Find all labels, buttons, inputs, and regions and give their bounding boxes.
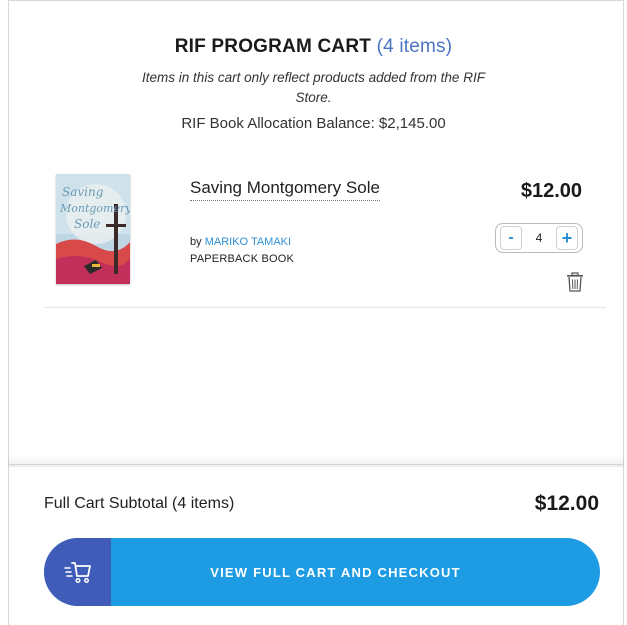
cart-header: RIF PROGRAM CART (4 items) Items in this…	[0, 36, 627, 132]
subtotal-label: Full Cart Subtotal (4 items)	[44, 495, 235, 512]
cart-notice: Items in this cart only reflect products…	[142, 70, 485, 105]
item-divider	[44, 307, 606, 308]
cart-title: RIF PROGRAM CART (4 items)	[0, 36, 627, 58]
quantity-input[interactable]: 4	[522, 231, 556, 245]
by-label: by	[190, 236, 202, 248]
cover-word-sole: Sole	[74, 217, 100, 231]
footer-shadow	[8, 455, 624, 467]
product-title-link[interactable]: Saving Montgomery Sole	[190, 178, 380, 201]
book-cover-image[interactable]: Saving Montgomery Sole	[56, 174, 130, 284]
trash-icon-graphic	[567, 272, 583, 292]
footer-divider	[8, 464, 624, 465]
allocation-balance: RIF Book Allocation Balance: $2,145.00	[181, 115, 446, 132]
cart-title-text: RIF PROGRAM CART	[174, 36, 372, 57]
cart-icon-area	[44, 538, 111, 606]
author-link[interactable]: MARIKO TAMAKI	[205, 236, 291, 248]
author-line: by MARIKO TAMAKI	[190, 236, 291, 248]
book-cover-art: Saving Montgomery Sole	[56, 174, 130, 284]
cover-word-saving: Saving	[62, 185, 104, 199]
cart-icon	[63, 562, 91, 584]
view-cart-checkout-button[interactable]: VIEW FULL CART AND CHECKOUT	[44, 538, 600, 606]
trash-icon[interactable]	[566, 272, 584, 292]
decrease-quantity-button[interactable]: -	[500, 226, 522, 250]
cart-item-count: (4 items)	[376, 36, 453, 57]
product-price: $12.00	[520, 180, 582, 202]
product-format: PAPERBACK BOOK	[190, 253, 295, 265]
subtotal-value: $12.00	[534, 492, 599, 515]
increase-quantity-button[interactable]: +	[556, 226, 578, 250]
checkout-label: VIEW FULL CART AND CHECKOUT	[210, 564, 461, 580]
quantity-stepper: - 4 +	[495, 223, 583, 253]
cover-word-montgomery: Montgomery	[59, 202, 130, 215]
